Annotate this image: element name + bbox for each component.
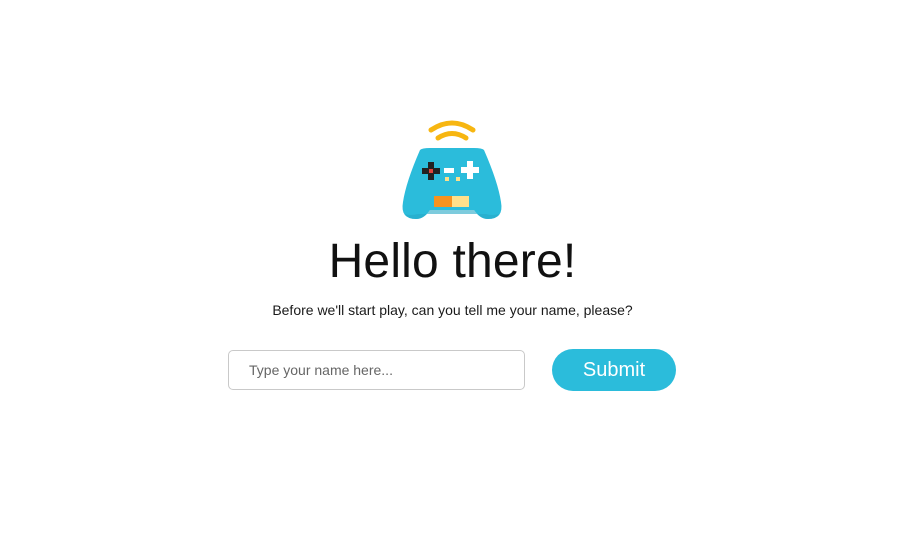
signal-icon: [428, 120, 476, 141]
accent-block-orange: [434, 196, 452, 207]
accent-block-yellow: [452, 196, 469, 207]
submit-button[interactable]: Submit: [552, 349, 676, 391]
page-title: Hello there!: [328, 235, 577, 288]
select-button: [444, 168, 454, 173]
gamepad-logo-icon: [402, 120, 502, 219]
page-subtitle: Before we'll start play, can you tell me…: [272, 302, 633, 318]
name-input[interactable]: [228, 350, 525, 390]
welcome-page: Hello there! Before we'll start play, ca…: [0, 0, 921, 541]
controller-body: [402, 148, 502, 219]
